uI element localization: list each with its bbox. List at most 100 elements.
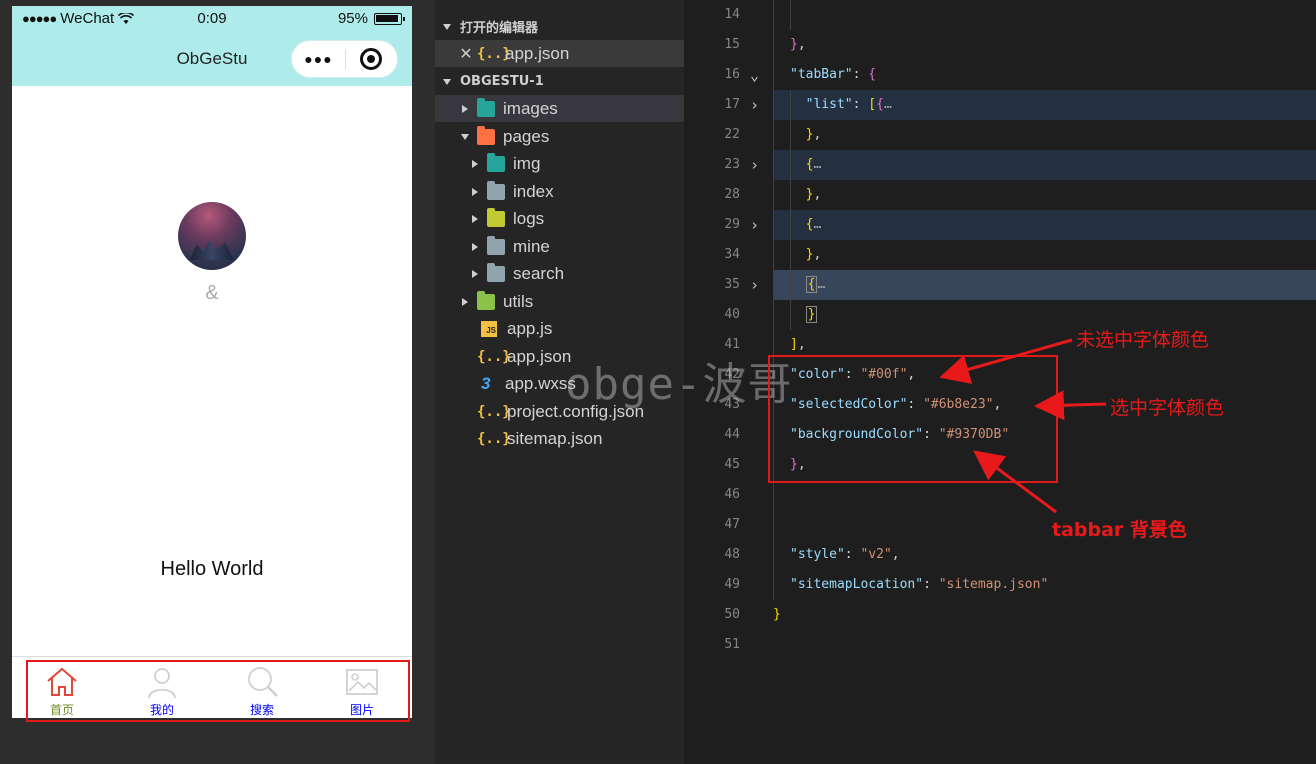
code-line: 22 },	[684, 120, 1316, 150]
line-number: 14	[724, 7, 740, 22]
folder-icon	[487, 180, 505, 200]
tree-label: sitemap.json	[507, 428, 603, 448]
tree-file-sitemap[interactable]: {..} sitemap.json	[435, 425, 684, 452]
chevron-right-icon[interactable]: ›	[750, 90, 759, 120]
close-icon[interactable]: ✕	[459, 44, 473, 64]
style-value: "v2"	[860, 547, 892, 562]
open-editor-app-json[interactable]: ✕ {..} app.json	[435, 40, 684, 67]
json-file-icon: {..}	[477, 45, 511, 62]
image-folder-icon	[487, 152, 505, 172]
nickname: &	[205, 282, 219, 304]
line-number: 46	[724, 487, 740, 502]
tree-label: img	[513, 153, 541, 173]
chevron-right-icon	[472, 187, 478, 196]
json-file-icon: {..}	[477, 403, 511, 420]
code-line: 28 },	[684, 180, 1316, 210]
logs-folder-icon	[487, 207, 505, 227]
chevron-right-icon	[462, 297, 468, 306]
close-miniprogram-button[interactable]	[346, 48, 397, 70]
line-number: 34	[724, 247, 740, 262]
project-header[interactable]: OBGESTU-1	[435, 68, 684, 95]
tree-label: mine	[513, 236, 550, 256]
tree-label: app.js	[507, 318, 553, 338]
code-line: 48 "style": "v2",	[684, 540, 1316, 570]
tree-folder-images[interactable]: images	[435, 95, 684, 122]
tree-folder-index[interactable]: index	[435, 178, 684, 205]
tree-folder-img[interactable]: img	[435, 150, 684, 177]
tabbar-key: "tabBar"	[790, 67, 853, 82]
line-number: 44	[724, 427, 740, 442]
chevron-right-icon	[472, 242, 478, 251]
line-number: 47	[724, 517, 740, 532]
code-line: 49 "sitemapLocation": "sitemap.json"	[684, 570, 1316, 600]
chevron-right-icon[interactable]: ›	[750, 150, 759, 180]
tree-file-app-js[interactable]: JS app.js	[435, 315, 684, 342]
battery-icon	[374, 12, 405, 25]
pages-folder-icon	[477, 125, 495, 145]
tree-folder-search[interactable]: search	[435, 260, 684, 287]
line-number: 40	[724, 307, 740, 322]
code-line: 35 › {…	[684, 270, 1316, 300]
tree-label: logs	[513, 208, 545, 228]
battery-percent: 95%	[337, 10, 368, 27]
line-number: 29	[724, 217, 740, 232]
code-line: 29 › {…	[684, 210, 1316, 240]
line-number: 23	[724, 157, 740, 172]
style-key: "style"	[790, 547, 845, 562]
code-line: 50}	[684, 600, 1316, 630]
target-icon	[360, 48, 383, 70]
chevron-down-icon	[443, 23, 451, 30]
tabbar-highlight-box	[26, 660, 410, 722]
tree-label: images	[503, 98, 558, 118]
chevron-right-icon[interactable]: ›	[750, 270, 759, 300]
open-editor-label: app.json	[505, 43, 570, 63]
tree-folder-logs[interactable]: logs	[435, 205, 684, 232]
code-line: 17 › "list": [{…	[684, 90, 1316, 120]
navigation-bar: ObGeStu ●●●	[12, 32, 412, 86]
chevron-right-icon[interactable]: ›	[750, 210, 759, 240]
line-number: 17	[724, 97, 740, 112]
code-line: 34 },	[684, 240, 1316, 270]
code-line: 14	[684, 0, 1316, 30]
annotation-tabbar-background: tabbar 背景色	[1052, 519, 1187, 541]
sitemap-value: "sitemap.json"	[938, 577, 1049, 592]
tree-folder-mine[interactable]: mine	[435, 233, 684, 260]
code-line: 15},	[684, 30, 1316, 60]
json-file-icon: {..}	[477, 348, 511, 365]
list-key: "list"	[805, 97, 853, 112]
tree-folder-utils[interactable]: utils	[435, 288, 684, 315]
line-number: 16	[724, 67, 740, 82]
tree-label: app.json	[507, 346, 572, 366]
sitemap-key: "sitemapLocation"	[790, 577, 924, 592]
tree-label: search	[513, 263, 565, 283]
line-number: 48	[724, 547, 740, 562]
project-title: OBGESTU-1	[460, 74, 544, 89]
line-number: 49	[724, 577, 740, 592]
annotation-unselected-color: 未选中字体颜色	[1076, 329, 1210, 351]
tabbar-config-highlight-box	[768, 355, 1058, 483]
chevron-down-icon	[461, 133, 469, 140]
line-number: 45	[724, 457, 740, 472]
tree-folder-pages[interactable]: pages	[435, 123, 684, 150]
folder-icon	[487, 262, 505, 282]
image-folder-icon	[477, 97, 495, 117]
json-file-icon: {..}	[477, 430, 511, 447]
avatar[interactable]	[178, 202, 246, 270]
folder-icon	[487, 235, 505, 255]
tree-label: index	[513, 181, 554, 201]
line-number: 22	[724, 127, 740, 142]
code-line: 51	[684, 630, 1316, 660]
chevron-right-icon	[472, 269, 478, 278]
chevron-down-icon[interactable]: ⌄	[750, 60, 759, 90]
motto-text: Hello World	[160, 558, 264, 580]
tree-label: utils	[503, 291, 534, 311]
chevron-right-icon	[462, 104, 468, 113]
code-line: 46	[684, 480, 1316, 510]
open-editors-title: 打开的编辑器	[460, 21, 539, 36]
line-number: 15	[724, 37, 740, 52]
code-line: 16 ⌄ "tabBar": {	[684, 60, 1316, 90]
more-icon[interactable]: ●●●	[292, 51, 345, 67]
code-line: 23 › {…	[684, 150, 1316, 180]
line-number: 28	[724, 187, 740, 202]
open-editors-header[interactable]: 打开的编辑器	[435, 13, 684, 40]
